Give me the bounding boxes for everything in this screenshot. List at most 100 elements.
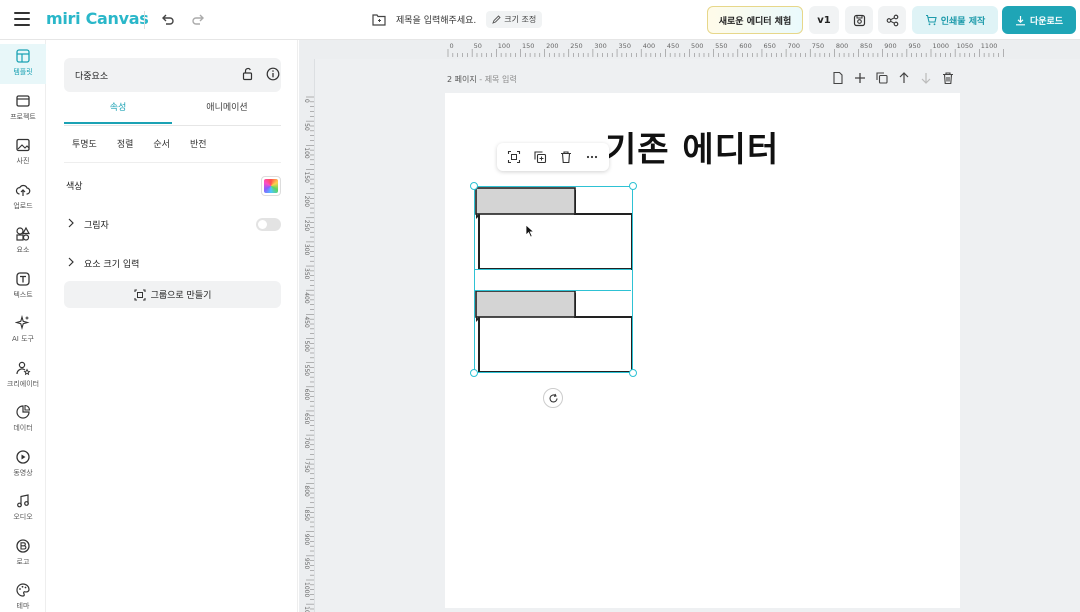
info-icon[interactable] <box>266 67 280 81</box>
resize-handle-top-right[interactable] <box>629 182 637 190</box>
ruler-label: 1000 <box>303 582 310 597</box>
photo-icon <box>16 138 30 152</box>
nav-item-logo[interactable]: 로고 <box>0 534 46 574</box>
logo-icon <box>16 538 30 553</box>
divider <box>144 11 145 29</box>
redo-icon[interactable] <box>188 10 208 30</box>
rotate-button[interactable] <box>543 388 563 408</box>
trash-icon[interactable] <box>559 150 573 164</box>
ruler-label: 50 <box>474 42 482 50</box>
nav-item-elements[interactable]: 요소 <box>0 222 46 262</box>
ruler-label: 650 <box>303 413 310 425</box>
ruler-label: 0 <box>450 42 454 50</box>
ruler-label: 700 <box>303 437 310 449</box>
group-button[interactable]: 그룹으로 만들기 <box>64 281 281 308</box>
document-title[interactable]: 제목을 입력해주세요. <box>396 13 476 26</box>
pencil-icon <box>492 15 501 24</box>
ruler-label: 50 <box>303 123 310 131</box>
ruler-label: 0 <box>303 99 310 103</box>
more-icon[interactable] <box>585 150 599 164</box>
shadow-toggle[interactable] <box>256 218 281 231</box>
selection-header: 다중요소 <box>64 58 281 92</box>
nav-item-label: 프로젝트 <box>10 112 36 121</box>
subtab-flip[interactable]: 반전 <box>182 137 215 150</box>
nav-item-label: 동영상 <box>13 468 33 477</box>
duplicate-page-icon[interactable] <box>875 71 889 85</box>
color-swatch[interactable] <box>261 176 281 196</box>
nav-item-template[interactable]: 템플릿 <box>0 44 46 84</box>
ruler-label: 650 <box>763 42 775 50</box>
selection-name: 다중요소 <box>75 72 109 82</box>
heading-text[interactable]: 기존 에디터 <box>605 122 779 171</box>
version-button[interactable]: v1 <box>809 6 839 34</box>
vertical-ruler: 0 50 100 150 200 250 300 350 400 450 500 550 600 650 7… <box>303 96 314 612</box>
nav-item-label: 템플릿 <box>13 68 33 76</box>
menu-icon[interactable] <box>14 12 30 26</box>
nav-item-theme[interactable]: 테마 <box>0 578 46 612</box>
ruler-label: 550 <box>715 42 727 50</box>
selection-box[interactable] <box>474 186 633 373</box>
nav-item-upload[interactable]: 업로드 <box>0 178 46 218</box>
add-page-icon[interactable] <box>853 71 867 85</box>
folder-icon[interactable] <box>372 13 386 26</box>
nav-item-project[interactable]: 프로젝트 <box>0 89 46 129</box>
ruler-label: 750 <box>812 42 824 50</box>
delete-page-icon[interactable] <box>941 71 955 85</box>
save-icon <box>853 14 865 26</box>
tab-properties[interactable]: 속성 <box>64 98 172 124</box>
download-button[interactable]: 다운로드 <box>1002 6 1076 34</box>
print-label: 인쇄물 제작 <box>940 16 986 27</box>
app-logo[interactable]: miri Canvas <box>46 9 149 28</box>
shadow-label: 그림자 <box>84 221 109 231</box>
group-label: 그룹으로 만들기 <box>150 291 212 301</box>
ruler-label: 450 <box>303 316 310 328</box>
creator-icon <box>16 361 31 375</box>
nav-item-photo[interactable]: 사진 <box>0 133 46 173</box>
shadow-row[interactable]: 그림자 <box>64 214 281 234</box>
divider <box>64 125 281 126</box>
nav-item-label: AI 도구 <box>12 335 34 343</box>
move-up-icon[interactable] <box>897 71 911 85</box>
subtab-opacity[interactable]: 투명도 <box>64 137 105 150</box>
move-down-icon[interactable] <box>919 71 933 85</box>
ruler-label: 850 <box>303 510 310 522</box>
subtab-align[interactable]: 정렬 <box>109 137 142 150</box>
panel-tabs: 속성 애니메이션 <box>64 98 281 126</box>
cart-icon <box>925 14 937 26</box>
nav-item-data[interactable]: 데이터 <box>0 400 46 440</box>
tab-animation[interactable]: 애니메이션 <box>173 98 281 124</box>
save-button[interactable] <box>845 6 873 34</box>
download-icon <box>1015 15 1025 25</box>
subtab-order[interactable]: 순서 <box>145 137 178 150</box>
page-number: 2 페이지 <box>447 75 477 84</box>
page-toolbar <box>831 71 955 85</box>
share-button[interactable] <box>878 6 906 34</box>
unlock-icon[interactable] <box>241 67 255 81</box>
size-input-label: 요소 크기 입력 <box>84 260 140 270</box>
print-order-button[interactable]: 인쇄물 제작 <box>912 6 998 34</box>
resize-button[interactable]: 크기 조정 <box>486 11 543 28</box>
nav-item-ai-tools[interactable]: AI 도구 <box>0 311 46 351</box>
rotate-icon <box>548 393 558 402</box>
ruler-label: 250 <box>570 42 582 50</box>
ruler-label: 450 <box>667 42 679 50</box>
ruler-label: 950 <box>908 42 920 50</box>
nav-item-audio[interactable]: 오디오 <box>0 489 46 529</box>
resize-handle-top-left[interactable] <box>470 182 478 190</box>
page-note-icon[interactable] <box>831 71 845 85</box>
nav-item-creator[interactable]: 크리에이터 <box>0 356 46 396</box>
ruler-label: 1000 <box>933 42 950 50</box>
resize-handle-bottom-right[interactable] <box>629 369 637 377</box>
group-icon[interactable] <box>507 150 521 164</box>
ruler-label: 1050 <box>957 42 974 50</box>
nav-item-video[interactable]: 동영상 <box>0 445 46 485</box>
divider <box>64 162 281 163</box>
undo-icon[interactable] <box>158 10 178 30</box>
resize-handle-bottom-left[interactable] <box>470 369 478 377</box>
new-editor-button[interactable]: 새로운 에디터 체험 <box>707 6 803 34</box>
nav-item-text[interactable]: 텍스트 <box>0 267 46 307</box>
size-input-row[interactable]: 요소 크기 입력 <box>64 253 281 273</box>
ruler-label: 100 <box>498 42 510 50</box>
copy-icon[interactable] <box>533 150 547 164</box>
page-title-input[interactable]: - 제목 입력 <box>479 75 516 84</box>
